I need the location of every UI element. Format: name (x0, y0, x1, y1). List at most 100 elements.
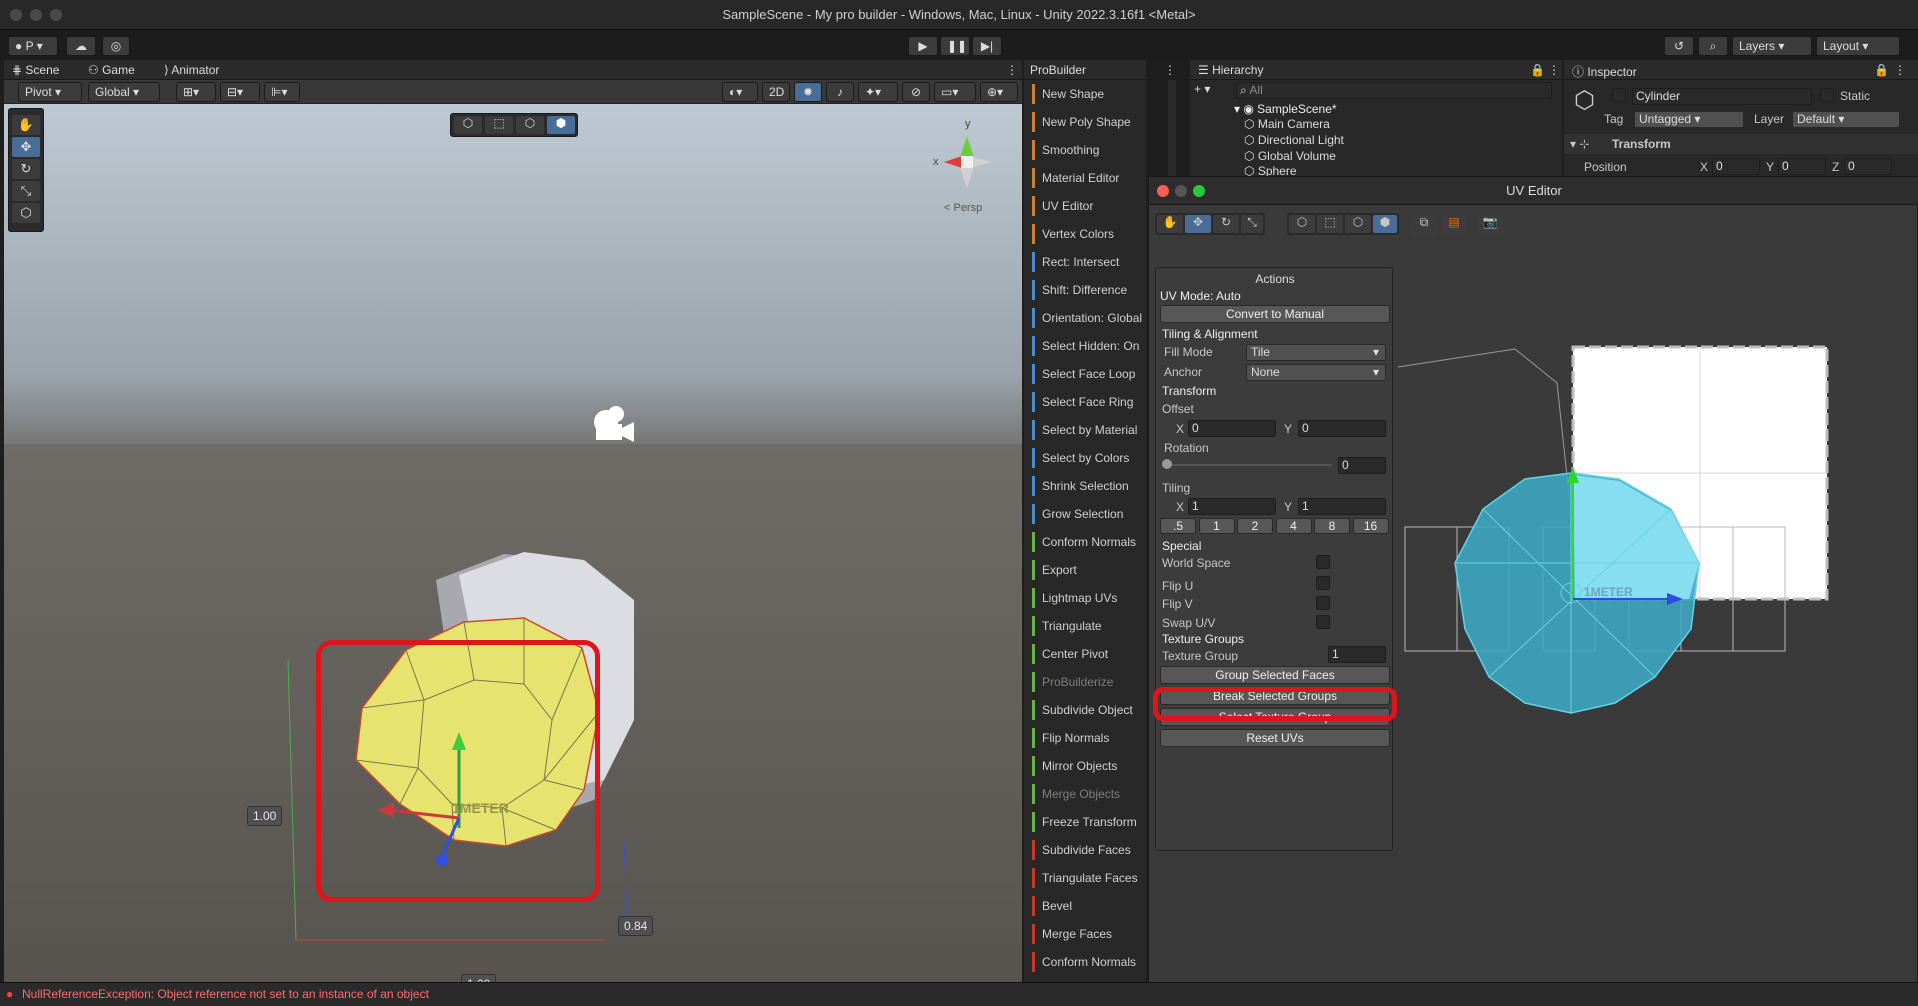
tiling-preset-button[interactable]: 16 (1352, 518, 1389, 534)
hand-tool-icon[interactable]: ✋ (1157, 215, 1183, 233)
layers-dropdown[interactable]: Layers ▾ (1732, 36, 1812, 56)
tiling-preset-button[interactable]: .5 (1160, 518, 1196, 534)
probuilder-item[interactable]: Rect: Intersect (1024, 248, 1146, 276)
position-z-field[interactable]: 0 (1844, 158, 1892, 175)
inspector-menu-icon[interactable]: ⋮ (1894, 63, 1906, 77)
probuilder-item[interactable]: Triangulate (1024, 612, 1146, 640)
object-name-field[interactable]: Cylinder (1632, 88, 1812, 105)
position-y-field[interactable]: 0 (1778, 158, 1826, 175)
fill-mode-dropdown[interactable]: Tile ▾ (1246, 344, 1386, 361)
probuilder-item[interactable]: Subdivide Faces (1024, 836, 1146, 864)
tiling-y-field[interactable]: 1 (1298, 498, 1386, 515)
probuilder-item[interactable]: Select by Material (1024, 416, 1146, 444)
probuilder-item[interactable]: Export (1024, 556, 1146, 584)
reset-uvs-button[interactable]: Reset UVs (1160, 729, 1390, 747)
probuilder-item[interactable]: Select Face Loop (1024, 360, 1146, 388)
texture-preview-icon[interactable]: ▤ (1441, 215, 1467, 235)
hierarchy-add-button[interactable]: + ▾ (1194, 82, 1210, 96)
probuilder-item[interactable]: Grow Selection (1024, 500, 1146, 528)
probuilder-item[interactable]: Select Face Ring (1024, 388, 1146, 416)
edge-mode-icon[interactable]: ⬡ (1345, 215, 1371, 233)
collab-icon[interactable]: ◎ (102, 36, 130, 56)
probuilder-item[interactable]: Select Hidden: On (1024, 332, 1146, 360)
flip-v-checkbox[interactable] (1316, 596, 1330, 610)
tab-hierarchy[interactable]: ☰ Hierarchy (1198, 63, 1263, 77)
probuilder-item[interactable]: Mirror Objects (1024, 752, 1146, 780)
tiling-preset-button[interactable]: 1 (1198, 518, 1235, 534)
probuilder-menu-icon[interactable]: ⋮ (1164, 63, 1176, 77)
account-button[interactable]: ● P ▾ (8, 36, 58, 56)
swap-uv-checkbox[interactable] (1316, 615, 1330, 629)
anchor-dropdown[interactable]: None ▾ (1246, 364, 1386, 381)
probuilder-item[interactable]: Shift: Difference (1024, 276, 1146, 304)
probuilder-item[interactable]: Bevel (1024, 892, 1146, 920)
tiling-preset-button[interactable]: 8 (1314, 518, 1350, 534)
probuilder-item[interactable]: Conform Normals (1024, 528, 1146, 556)
probuilder-item[interactable]: New Poly Shape (1024, 108, 1146, 136)
offset-x-field[interactable]: 0 (1188, 420, 1276, 437)
rotation-slider-handle[interactable] (1162, 459, 1172, 469)
probuilder-item[interactable]: Orientation: Global (1024, 304, 1146, 332)
static-checkbox[interactable] (1820, 88, 1834, 102)
tag-dropdown[interactable]: Untagged ▾ (1634, 111, 1744, 128)
probuilder-item[interactable]: Subdivide Object (1024, 696, 1146, 724)
probuilder-item[interactable]: Triangulate Faces (1024, 864, 1146, 892)
tab-probuilder[interactable]: ProBuilder (1030, 63, 1086, 77)
probuilder-item[interactable]: Material Editor (1024, 164, 1146, 192)
move-tool-icon[interactable]: ✥ (1185, 215, 1211, 233)
tab-inspector[interactable]: ⓘ Inspector (1572, 63, 1637, 80)
render-uv-camera-icon[interactable]: 📷 (1477, 215, 1503, 235)
object-mode-icon[interactable]: ⬡ (1289, 215, 1315, 233)
minimize-window-icon[interactable] (1175, 185, 1187, 197)
hierarchy-item-directional-light[interactable]: ⬡ Directional Light (1244, 133, 1344, 147)
cloud-icon[interactable]: ☁ (66, 36, 96, 56)
layer-dropdown[interactable]: Default ▾ (1792, 111, 1900, 128)
probuilder-item[interactable]: Vertex Colors (1024, 220, 1146, 248)
history-icon[interactable]: ↺ (1664, 36, 1694, 56)
convert-to-manual-button[interactable]: Convert to Manual (1160, 305, 1390, 323)
probuilder-item[interactable]: UV Editor (1024, 192, 1146, 220)
scene-view[interactable]: ⋕ Scene ⚇ Game ⟩ Animator ⋮ Pivot ▾ Glob… (4, 60, 1022, 982)
probuilder-item[interactable]: Freeze Transform (1024, 808, 1146, 836)
layout-dropdown[interactable]: Layout ▾ (1816, 36, 1900, 56)
uv-overlay-icon[interactable]: ⧉ (1411, 215, 1437, 235)
pause-button[interactable]: ❚❚ (940, 36, 970, 56)
hierarchy-item-main-camera[interactable]: ⬡ Main Camera (1244, 117, 1330, 131)
texture-group-field[interactable]: 1 (1328, 646, 1386, 663)
probuilder-item[interactable]: Lightmap UVs (1024, 584, 1146, 612)
console-status-bar[interactable]: ● NullReferenceException: Object referen… (0, 982, 1918, 1006)
search-icon[interactable]: ⌕ (1698, 36, 1728, 56)
probuilder-item[interactable]: Merge Objects (1024, 780, 1146, 808)
probuilder-item[interactable]: ProBuilderize (1024, 668, 1146, 696)
position-x-field[interactable]: 0 (1712, 158, 1760, 175)
zoom-window-icon[interactable] (1193, 185, 1205, 197)
flip-u-checkbox[interactable] (1316, 576, 1330, 590)
world-space-checkbox[interactable] (1316, 555, 1330, 569)
rotation-field[interactable]: 0 (1338, 457, 1386, 474)
probuilder-item[interactable]: New Shape (1024, 80, 1146, 108)
probuilder-item[interactable]: Merge Faces (1024, 920, 1146, 948)
tiling-preset-button[interactable]: 4 (1275, 518, 1312, 534)
offset-y-field[interactable]: 0 (1298, 420, 1386, 437)
active-checkbox[interactable] (1612, 88, 1626, 102)
close-window-icon[interactable] (1157, 185, 1169, 197)
face-mode-icon[interactable]: ⬢ (1373, 215, 1397, 233)
scene-root-item[interactable]: ▾ ◉ SampleScene* (1234, 102, 1337, 116)
hierarchy-lock-icon[interactable]: 🔒 (1530, 63, 1545, 77)
vertex-mode-icon[interactable]: ⬚ (1317, 215, 1343, 233)
probuilder-item[interactable]: Smoothing (1024, 136, 1146, 164)
hierarchy-menu-icon[interactable]: ⋮ (1548, 63, 1560, 77)
inspector-lock-icon[interactable]: 🔒 (1874, 63, 1889, 77)
step-button[interactable]: ▶| (972, 36, 1002, 56)
transform-header[interactable]: ▾ ⊹ Transform (1564, 134, 1918, 154)
hierarchy-item-global-volume[interactable]: ⬡ Global Volume (1244, 149, 1336, 163)
uv-canvas[interactable] (1393, 297, 1913, 717)
tiling-x-field[interactable]: 1 (1188, 498, 1276, 515)
probuilder-item[interactable]: Center Pivot (1024, 640, 1146, 668)
probuilder-item[interactable]: Select by Colors (1024, 444, 1146, 472)
scale-tool-icon[interactable]: ⤡ (1241, 215, 1263, 233)
probuilder-item[interactable]: Flip Normals (1024, 724, 1146, 752)
hierarchy-search-input[interactable]: ⌕ All (1236, 82, 1552, 99)
play-button[interactable]: ▶ (908, 36, 938, 56)
tiling-preset-button[interactable]: 2 (1237, 518, 1273, 534)
